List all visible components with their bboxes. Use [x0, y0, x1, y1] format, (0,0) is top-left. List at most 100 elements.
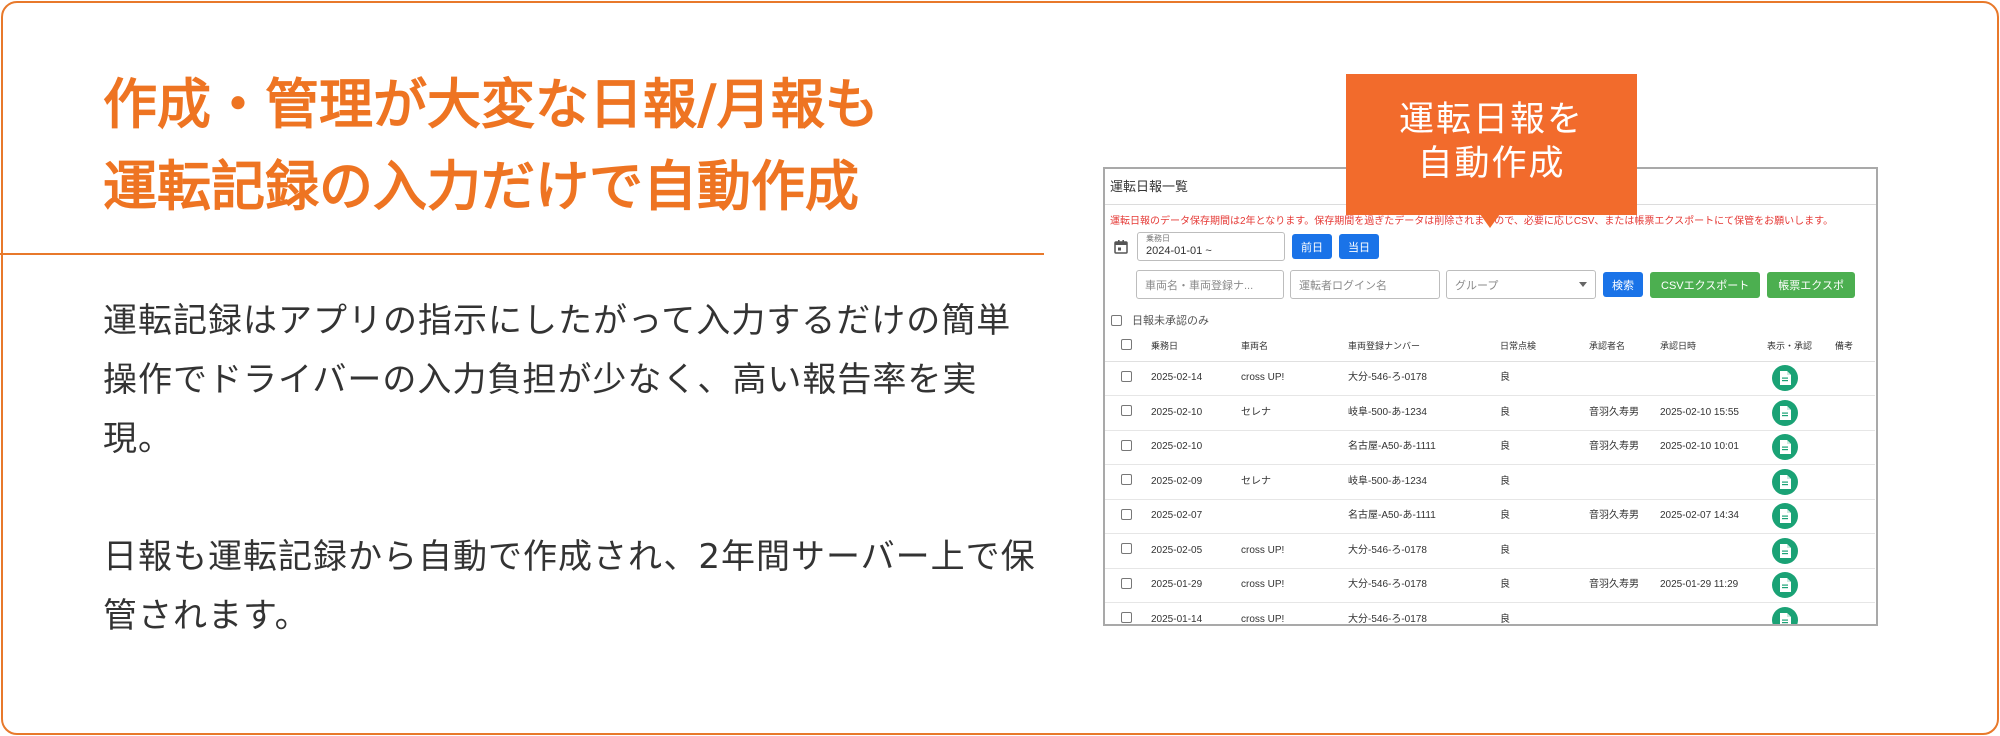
cell-date: 2025-02-09 [1151, 464, 1241, 500]
unconfirmed-only-label: 日報未承認のみ [1132, 315, 1209, 327]
row-checkbox[interactable] [1121, 370, 1132, 382]
unconfirmed-only-filter[interactable]: 日報未承認のみ [1111, 312, 1209, 328]
form-export-button[interactable]: 帳票エクスポ [1767, 271, 1855, 298]
column-header-inspection[interactable]: 日常点検 [1500, 330, 1589, 362]
document-icon[interactable] [1772, 468, 1798, 495]
cell-approved-at: 2025-02-07 14:34 [1660, 499, 1767, 534]
cell-approver [1589, 533, 1660, 569]
row-checkbox[interactable] [1121, 543, 1132, 555]
cell-notes [1835, 568, 1875, 603]
cell-view-approve [1767, 430, 1835, 465]
cell-approved-at: 2025-01-29 11:29 [1660, 568, 1767, 603]
search-button[interactable]: 検索 [1603, 272, 1643, 297]
document-icon[interactable] [1772, 434, 1798, 461]
cell-plate: 名古屋-A50-あ-1111 [1348, 499, 1500, 534]
cell-approver [1589, 361, 1660, 396]
cell-notes [1835, 533, 1875, 569]
cell-approved-at [1660, 464, 1767, 500]
cell-approver: 音羽久寿男 [1589, 499, 1660, 534]
group-select-label: グループ [1455, 279, 1499, 292]
document-icon[interactable] [1772, 399, 1798, 426]
row-select-cell [1105, 499, 1151, 534]
table-row[interactable]: 2025-01-14 cross UP! 大分-546-ろ-0178 良 [1105, 602, 1875, 624]
cell-approved-at [1660, 361, 1767, 396]
callout-line-1: 運転日報を [1398, 100, 1584, 140]
cell-inspection: 良 [1500, 568, 1589, 603]
cell-vehicle [1241, 430, 1348, 465]
column-header-vehicle[interactable]: 車両名 [1241, 330, 1348, 362]
column-header-approver[interactable]: 承認者名 [1589, 330, 1660, 362]
row-checkbox[interactable] [1121, 577, 1132, 589]
column-header-view-approve: 表示・承認 [1767, 330, 1835, 362]
cell-date: 2025-02-10 [1151, 430, 1241, 465]
cell-approved-at: 2025-02-10 10:01 [1660, 430, 1767, 465]
duty-date-field[interactable]: 乗務日 2024-01-01 ~ [1137, 232, 1285, 261]
date-filter-row: 乗務日 2024-01-01 ~ 前日 当日 [1113, 232, 1379, 261]
document-icon[interactable] [1772, 606, 1798, 624]
today-button[interactable]: 当日 [1339, 234, 1379, 259]
cell-approver [1589, 464, 1660, 500]
cell-notes [1835, 499, 1875, 534]
cell-approver [1589, 602, 1660, 624]
callout-pointer [1480, 214, 1500, 228]
headline: 作成・管理が大変な日報/月報も 運転記録の入力だけで自動作成 [103, 64, 1023, 228]
cell-notes [1835, 430, 1875, 465]
cell-view-approve [1767, 361, 1835, 396]
cell-vehicle: セレナ [1241, 464, 1348, 500]
row-checkbox[interactable] [1121, 612, 1132, 624]
cell-plate: 岐阜-500-あ-1234 [1348, 464, 1500, 500]
cell-vehicle: セレナ [1241, 395, 1348, 431]
document-icon[interactable] [1772, 503, 1798, 530]
duty-date-label: 乗務日 [1146, 234, 1170, 243]
select-all-checkbox[interactable] [1121, 338, 1132, 350]
row-select-cell [1105, 361, 1151, 396]
cell-plate: 大分-546-ろ-0178 [1348, 361, 1500, 396]
group-select[interactable]: グループ [1446, 270, 1596, 299]
row-select-cell [1105, 568, 1151, 603]
select-all-cell [1105, 330, 1151, 362]
cell-approver: 音羽久寿男 [1589, 395, 1660, 431]
cell-view-approve [1767, 464, 1835, 500]
cell-approved-at: 2025-02-10 15:55 [1660, 395, 1767, 431]
document-icon[interactable] [1772, 572, 1798, 599]
cell-approver: 音羽久寿男 [1589, 568, 1660, 603]
table-row[interactable]: 2025-02-07 名古屋-A50-あ-1111 良音羽久寿男 2025-02-07… [1105, 499, 1875, 534]
table-row[interactable]: 2025-02-05 cross UP! 大分-546-ろ-0178 良 [1105, 533, 1875, 569]
document-icon[interactable] [1772, 537, 1798, 564]
vehicle-search-input[interactable]: 車両名・車両登録ナ... [1136, 270, 1284, 299]
cell-inspection: 良 [1500, 430, 1589, 465]
row-checkbox[interactable] [1121, 508, 1132, 520]
column-header-date[interactable]: 乗務日 [1151, 330, 1241, 362]
csv-export-button[interactable]: CSVエクスポート [1650, 271, 1761, 298]
column-header-plate[interactable]: 車両登録ナンバー [1348, 330, 1500, 362]
cell-inspection: 良 [1500, 464, 1589, 500]
document-icon[interactable] [1772, 365, 1798, 392]
prev-day-button[interactable]: 前日 [1292, 234, 1332, 259]
duty-date-value: 2024-01-01 ~ [1146, 245, 1212, 257]
row-checkbox[interactable] [1121, 439, 1132, 451]
table-row[interactable]: 2025-01-29 cross UP! 大分-546-ろ-0178 良音羽久寿男 20… [1105, 568, 1875, 603]
table-row[interactable]: 2025-02-14 cross UP! 大分-546-ろ-0178 良 [1105, 361, 1875, 396]
row-checkbox[interactable] [1121, 474, 1132, 486]
cell-vehicle: cross UP! [1241, 602, 1348, 624]
column-header-approved-at[interactable]: 承認日時 [1660, 330, 1767, 362]
headline-divider [0, 253, 1044, 255]
table-row[interactable]: 2025-02-10 セレナ 岐阜-500-あ-1234 良音羽久寿男 2025-02-… [1105, 395, 1875, 431]
headline-line-2: 運転記録の入力だけで自動作成 [103, 155, 859, 218]
daily-report-table: 乗務日 車両名 車両登録ナンバー 日常点検 承認者名 承認日時 表示・承認 備考… [1105, 330, 1875, 624]
table-row[interactable]: 2025-02-09 セレナ 岐阜-500-あ-1234 良 [1105, 464, 1875, 500]
unconfirmed-only-checkbox[interactable] [1111, 314, 1122, 326]
row-select-cell [1105, 464, 1151, 500]
description-paragraph-2: 日報も運転記録から自動で作成され、2年間サーバー上で保管されます。 [103, 537, 1036, 636]
calendar-icon[interactable] [1113, 239, 1129, 255]
driver-search-input[interactable]: 運転者ログイン名 [1290, 270, 1440, 299]
cell-approved-at [1660, 602, 1767, 624]
column-header-notes: 備考 [1835, 330, 1875, 362]
cell-view-approve [1767, 395, 1835, 431]
table-row[interactable]: 2025-02-10 名古屋-A50-あ-1111 良音羽久寿男 2025-02-10… [1105, 430, 1875, 465]
cell-inspection: 良 [1500, 602, 1589, 624]
headline-line-1: 作成・管理が大変な日報/月報も [103, 73, 879, 136]
row-checkbox[interactable] [1121, 405, 1132, 417]
callout-line-2: 自動作成 [1417, 144, 1566, 184]
table-header-row: 乗務日 車両名 車両登録ナンバー 日常点検 承認者名 承認日時 表示・承認 備考 [1105, 330, 1875, 362]
